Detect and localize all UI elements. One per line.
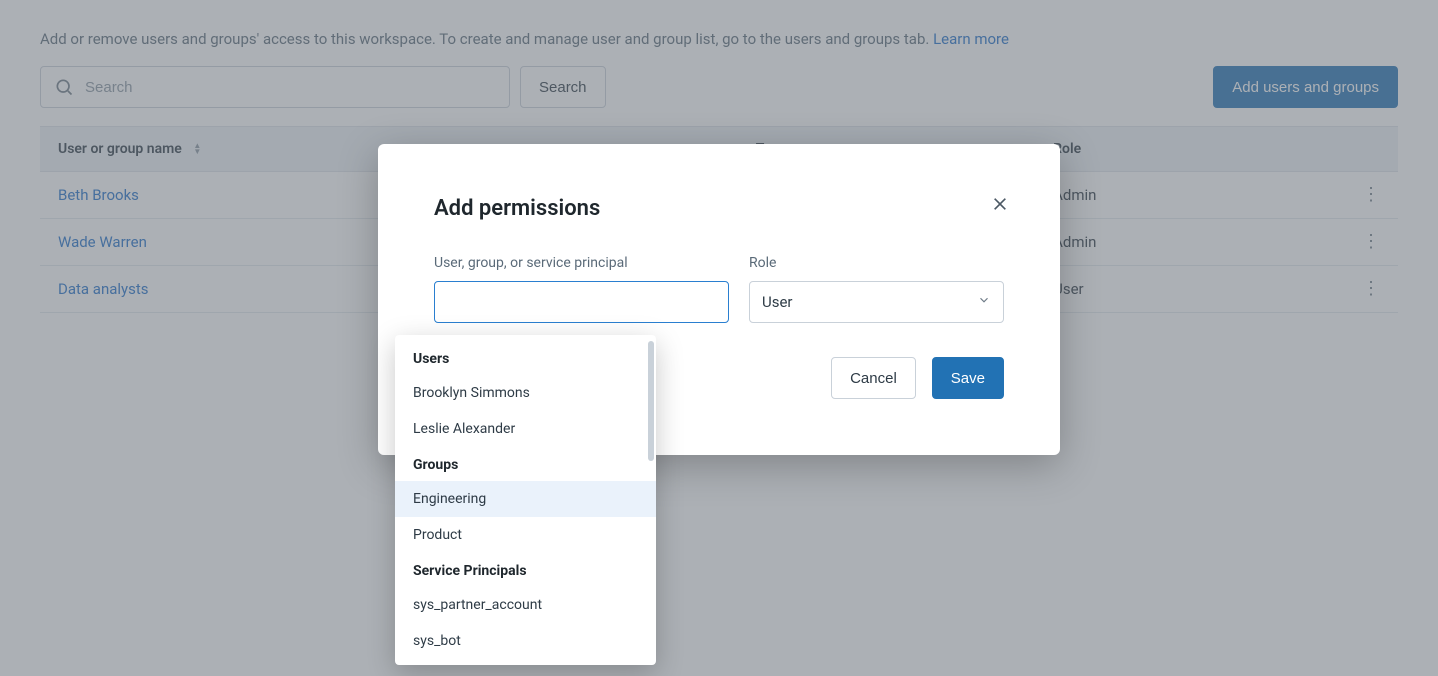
role-field: Role User bbox=[749, 255, 1004, 323]
principal-label: User, group, or service principal bbox=[434, 255, 729, 271]
save-button[interactable]: Save bbox=[932, 357, 1004, 399]
role-label: Role bbox=[749, 255, 1004, 271]
scrollbar-thumb[interactable] bbox=[648, 341, 654, 461]
principal-input[interactable] bbox=[434, 281, 729, 323]
autocomplete-item[interactable]: Brooklyn Simmons bbox=[395, 375, 656, 411]
autocomplete-item[interactable]: sys_bot bbox=[395, 623, 656, 659]
autocomplete-group-header: Users bbox=[395, 341, 656, 375]
autocomplete-item[interactable]: Product bbox=[395, 517, 656, 553]
autocomplete-group-header: Service Principals bbox=[395, 553, 656, 587]
modal-form-row: User, group, or service principal Role U… bbox=[434, 255, 1004, 323]
role-select[interactable]: User bbox=[749, 281, 1004, 323]
principal-field: User, group, or service principal bbox=[434, 255, 729, 323]
role-value: User bbox=[762, 293, 793, 311]
autocomplete-item[interactable]: Engineering bbox=[395, 481, 656, 517]
chevron-down-icon bbox=[977, 293, 991, 311]
autocomplete-item[interactable]: Leslie Alexander bbox=[395, 411, 656, 447]
autocomplete-group-header: Groups bbox=[395, 447, 656, 481]
close-icon[interactable] bbox=[992, 196, 1008, 216]
modal-title: Add permissions bbox=[434, 196, 1004, 221]
autocomplete-item[interactable]: sys_partner_account bbox=[395, 587, 656, 623]
cancel-button[interactable]: Cancel bbox=[831, 357, 916, 399]
autocomplete-dropdown: UsersBrooklyn SimmonsLeslie AlexanderGro… bbox=[395, 335, 656, 665]
